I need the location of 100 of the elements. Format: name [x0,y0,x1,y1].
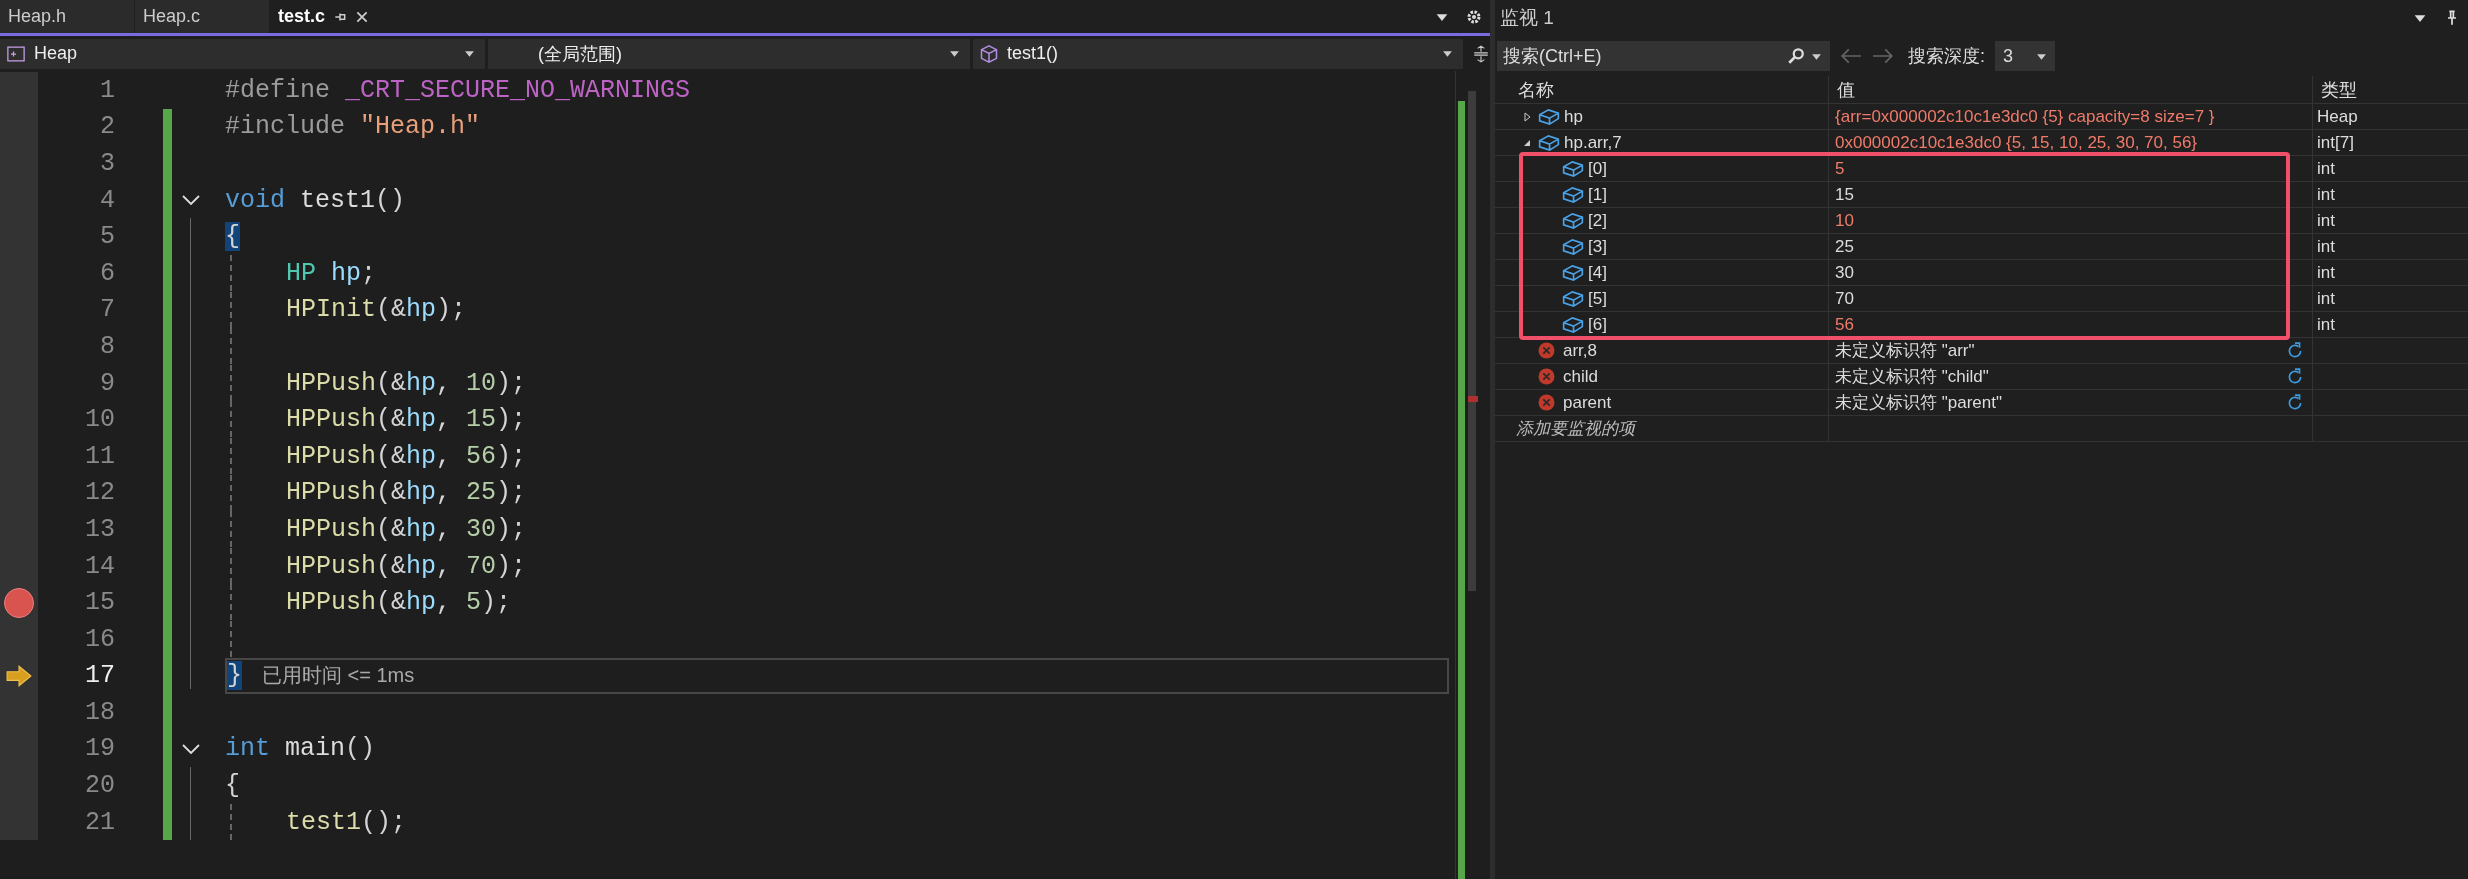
keyword: void [225,185,286,215]
variable-name: hp [406,368,437,398]
cube-icon [1562,211,1584,230]
expand-triangle-icon[interactable] [1522,111,1532,122]
line-number: 10 [85,405,115,435]
search-field[interactable]: 搜索(Ctrl+E) [1497,41,1767,71]
punctuation: , [436,514,453,544]
function-name: HPPush [286,368,376,398]
project-dropdown[interactable]: Heap [0,38,485,69]
forward-arrow-icon[interactable] [1872,48,1894,64]
line-number: 14 [85,551,115,581]
punctuation: , [436,478,453,508]
line-number: 4 [100,185,115,215]
punctuation: (& [376,478,407,508]
cube-icon [1538,107,1560,126]
number-literal: 70 [466,551,497,581]
watch-name: child [1563,366,1598,387]
line-number: 5 [100,222,115,252]
file-tab[interactable]: Heap.h [0,0,134,33]
project-icon [6,43,26,64]
watch-name: [1] [1588,184,1607,205]
line-number: 2 [100,112,115,142]
caret-icon [1442,48,1453,59]
punctuation: ); [496,368,527,398]
file-tab[interactable]: Heap.c [135,0,269,33]
line-number: 7 [100,295,115,325]
error-icon [1538,342,1555,359]
number-literal: 10 [466,368,497,398]
split-icon[interactable] [1472,44,1490,63]
line-number: 18 [85,697,115,727]
scope-dropdown[interactable]: (全局范围) [488,38,970,69]
punctuation: , [436,368,453,398]
cube-icon [1562,159,1584,178]
refresh-icon[interactable] [2286,341,2304,360]
watch-value: 25 [1835,236,1855,257]
watch-name: parent [1563,392,1612,413]
variable-name: hp [406,514,437,544]
column-header[interactable]: 类型 [2313,76,2468,103]
error-icon [1538,368,1555,385]
punctuation: (& [376,295,407,325]
macro-name: _CRT_SECURE_NO_WARNINGS [345,75,691,105]
refresh-icon[interactable] [2286,393,2304,412]
line-number: 8 [100,331,115,361]
settings-icon[interactable] [1466,8,1482,25]
preprocessor-directive: #define [225,75,332,105]
error-icon [1538,394,1555,411]
watch-value: 未定义标识符 "parent" [1835,392,2003,414]
search-options-button[interactable] [1767,41,1830,71]
depth-dropdown[interactable]: 3 [1995,41,2055,71]
cube-icon [1562,237,1584,256]
variable-name: hp [406,295,437,325]
column-header[interactable]: 值 [1829,76,2313,103]
variable-name: hp [406,588,437,618]
punctuation: ); [496,478,527,508]
variable-name: hp [406,478,437,508]
function-name: HPInit [286,295,376,325]
watch-value: 0x000002c10c1e3dc0 {5, 15, 10, 25, 30, 70, 56} [1835,132,2199,153]
number-literal: 25 [466,478,497,508]
cube-icon [1562,289,1584,308]
caret-icon [949,48,960,59]
back-arrow-icon[interactable] [1840,48,1862,64]
add-watch-placeholder[interactable]: 添加要监视的项 [1516,417,1635,440]
matched-brace: { [225,222,240,252]
identifier: main [285,734,346,764]
function-name: HPPush [286,441,376,471]
watch-type: int [2317,262,2335,283]
watch-name: [2] [1588,210,1607,231]
punctuation: () [375,185,406,215]
panel-title: 监视 1 [1500,6,1554,30]
punctuation: ); [496,551,527,581]
watch-name: [3] [1588,236,1607,257]
punctuation: () [345,734,376,764]
function-name: HPPush [286,405,376,435]
watch-value: 15 [1835,184,1855,205]
search-icon [1787,47,1805,65]
punctuation: (& [376,551,407,581]
function-name: HPPush [286,588,376,618]
elapsed-time-hint: 已用时间 <= 1ms [262,663,415,689]
punctuation: (& [376,441,407,471]
punctuation: ; [361,258,377,288]
cube-icon [1562,263,1584,282]
member-dropdown[interactable]: test1() [973,38,1463,69]
punctuation: ); [496,514,527,544]
cube-icon [1538,133,1560,152]
collapse-chevron-icon[interactable] [181,743,201,755]
collapse-chevron-icon[interactable] [181,194,201,207]
column-header[interactable]: 名称 [1510,76,1829,103]
line-number: 21 [85,807,115,837]
watch-type: int [2317,184,2335,205]
punctuation: (); [361,807,407,837]
watch-value: 30 [1835,262,1855,283]
punctuation: ); [496,441,527,471]
close-icon[interactable] [355,9,370,24]
watch-name: [5] [1588,288,1607,309]
cube-icon [979,43,999,64]
caret-icon [464,48,475,59]
identifier: test1 [300,185,376,215]
watch-name: arr,8 [1563,340,1598,361]
refresh-icon[interactable] [2286,367,2304,386]
line-number: 9 [100,368,115,398]
